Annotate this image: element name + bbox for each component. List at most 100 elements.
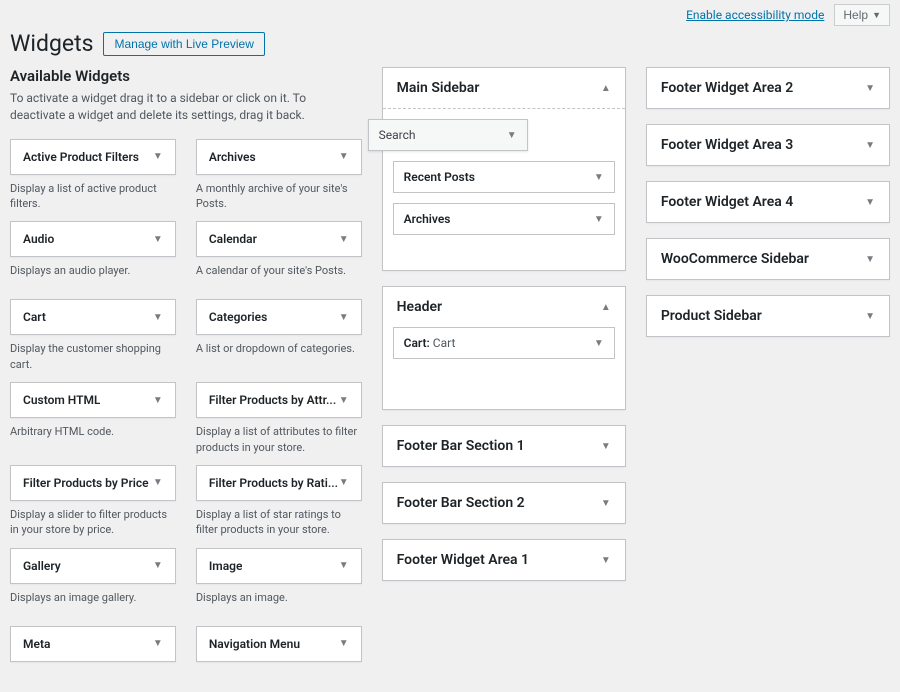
page-title: Widgets xyxy=(10,30,93,57)
chevron-down-icon: ▼ xyxy=(865,254,875,265)
sidebar-woocommerce: WooCommerce Sidebar ▼ xyxy=(646,238,890,280)
chevron-down-icon: ▼ xyxy=(601,555,611,566)
sidebar-title: Footer Widget Area 2 xyxy=(661,80,793,96)
sidebar-product-header[interactable]: Product Sidebar ▼ xyxy=(647,296,889,336)
widget-label: Filter Products by Rati... xyxy=(209,476,338,490)
sidebar-title: WooCommerce Sidebar xyxy=(661,251,809,267)
sidebar-product: Product Sidebar ▼ xyxy=(646,295,890,337)
chevron-down-icon: ▼ xyxy=(153,151,163,162)
widget-desc: Display a slider to filter products in y… xyxy=(10,507,176,538)
widget-filter-products-price[interactable]: Filter Products by Price ▼ xyxy=(10,465,176,501)
chevron-down-icon: ▼ xyxy=(153,638,163,649)
sidebar-woocommerce-header[interactable]: WooCommerce Sidebar ▼ xyxy=(647,239,889,279)
widget-desc: Display a list of active product filters… xyxy=(10,181,176,212)
top-bar: Enable accessibility mode Help ▼ xyxy=(0,0,900,30)
chevron-down-icon: ▼ xyxy=(865,83,875,94)
widget-label: Filter Products by Attr... xyxy=(209,393,336,407)
widget-desc: Displays an audio player. xyxy=(10,263,176,289)
chevron-down-icon: ▼ xyxy=(507,130,517,141)
widget-label: Meta xyxy=(23,637,50,651)
widget-label: Calendar xyxy=(209,232,257,246)
widget-label: Cart: Cart xyxy=(404,336,456,350)
widget-filter-products-rating[interactable]: Filter Products by Rati...▼ xyxy=(196,465,362,501)
widget-desc: Displays an image. xyxy=(196,590,362,616)
sidebar-title: Footer Widget Area 4 xyxy=(661,194,793,210)
widget-navigation-menu[interactable]: Navigation Menu ▼ xyxy=(196,626,362,662)
widget-areas-column-1: Main Sidebar ▲ Search ▼ Recent Posts ▼ A… xyxy=(382,67,626,596)
chevron-down-icon: ▼ xyxy=(153,560,163,571)
chevron-down-icon: ▼ xyxy=(594,172,604,183)
widget-label: Categories xyxy=(209,310,267,324)
widget-desc: A monthly archive of your site's Posts. xyxy=(196,181,362,212)
chevron-down-icon: ▼ xyxy=(339,234,349,245)
chevron-down-icon: ▼ xyxy=(594,214,604,225)
sidebar-main-header[interactable]: Main Sidebar ▲ xyxy=(383,68,625,108)
widget-audio[interactable]: Audio ▼ xyxy=(10,221,176,257)
chevron-down-icon: ▼ xyxy=(865,140,875,151)
widget-calendar[interactable]: Calendar ▼ xyxy=(196,221,362,257)
chevron-down-icon: ▼ xyxy=(153,234,163,245)
chevron-down-icon: ▼ xyxy=(153,312,163,323)
widget-filter-products-attribute[interactable]: Filter Products by Attr...▼ xyxy=(196,382,362,418)
placed-widget-cart[interactable]: Cart: Cart ▼ xyxy=(393,327,615,359)
widget-label: Navigation Menu xyxy=(209,637,300,651)
chevron-up-icon: ▲ xyxy=(601,83,611,94)
widget-active-product-filters[interactable]: Active Product Filters▼ xyxy=(10,139,176,175)
sidebar-title: Product Sidebar xyxy=(661,308,762,324)
widget-cart[interactable]: Cart ▼ xyxy=(10,299,176,335)
widget-meta[interactable]: Meta ▼ xyxy=(10,626,176,662)
available-widgets-heading: Available Widgets xyxy=(10,67,362,85)
chevron-down-icon: ▼ xyxy=(865,197,875,208)
widget-label: Archives xyxy=(404,212,451,226)
sidebar-header-header[interactable]: Header ▲ xyxy=(383,287,625,327)
sidebar-header: Header ▲ Cart: Cart ▼ xyxy=(382,286,626,410)
chevron-down-icon: ▼ xyxy=(872,10,881,20)
sidebar-footer-widget-2-header[interactable]: Footer Widget Area 2 ▼ xyxy=(647,68,889,108)
chevron-down-icon: ▼ xyxy=(601,498,611,509)
widget-categories[interactable]: Categories ▼ xyxy=(196,299,362,335)
widget-label: Audio xyxy=(23,232,54,246)
sidebar-footer-widget-2: Footer Widget Area 2 ▼ xyxy=(646,67,890,109)
live-preview-button[interactable]: Manage with Live Preview xyxy=(103,32,264,56)
widget-label: Filter Products by Price xyxy=(23,476,149,490)
sidebar-footer-widget-4: Footer Widget Area 4 ▼ xyxy=(646,181,890,223)
widget-custom-html[interactable]: Custom HTML▼ xyxy=(10,382,176,418)
widget-label: Recent Posts xyxy=(404,170,475,184)
chevron-down-icon: ▼ xyxy=(339,477,349,488)
widget-desc: Displays an image gallery. xyxy=(10,590,176,616)
sidebar-main: Main Sidebar ▲ Search ▼ Recent Posts ▼ A… xyxy=(382,67,626,271)
sidebar-title: Footer Widget Area 3 xyxy=(661,137,793,153)
chevron-down-icon: ▼ xyxy=(594,338,604,349)
chevron-down-icon: ▼ xyxy=(339,560,349,571)
sidebar-title: Footer Bar Section 1 xyxy=(397,438,525,454)
sidebar-footer-bar-2-header[interactable]: Footer Bar Section 2 ▼ xyxy=(383,483,625,523)
search-widget-dragging[interactable]: Search ▼ xyxy=(368,119,528,151)
sidebar-footer-widget-3-header[interactable]: Footer Widget Area 3 ▼ xyxy=(647,125,889,165)
sidebar-footer-widget-1-header[interactable]: Footer Widget Area 1 ▼ xyxy=(383,540,625,580)
chevron-down-icon: ▼ xyxy=(153,395,163,406)
accessibility-link[interactable]: Enable accessibility mode xyxy=(686,8,824,22)
help-button[interactable]: Help ▼ xyxy=(834,4,890,26)
widget-label: Image xyxy=(209,559,243,573)
placed-widget-archives[interactable]: Archives ▼ xyxy=(393,203,615,235)
available-widgets-hint: To activate a widget drag it to a sideba… xyxy=(10,90,362,124)
widget-archives[interactable]: Archives▼ xyxy=(196,139,362,175)
available-widgets-column: Available Widgets To activate a widget d… xyxy=(10,67,362,662)
sidebar-footer-widget-4-header[interactable]: Footer Widget Area 4 ▼ xyxy=(647,182,889,222)
widget-gallery[interactable]: Gallery ▼ xyxy=(10,548,176,584)
widget-label: Archives xyxy=(209,150,256,164)
page-header: Widgets Manage with Live Preview xyxy=(0,30,900,67)
sidebar-title: Footer Widget Area 1 xyxy=(397,552,529,568)
widget-areas-column-2: Footer Widget Area 2 ▼ Footer Widget Are… xyxy=(646,67,890,352)
widget-label: Gallery xyxy=(23,559,61,573)
search-widget-label: Search xyxy=(379,128,416,142)
chevron-down-icon: ▼ xyxy=(339,312,349,323)
chevron-down-icon: ▼ xyxy=(339,395,349,406)
placed-widget-recent-posts[interactable]: Recent Posts ▼ xyxy=(393,161,615,193)
chevron-down-icon: ▼ xyxy=(339,638,349,649)
sidebar-footer-bar-1-header[interactable]: Footer Bar Section 1 ▼ xyxy=(383,426,625,466)
widget-label: Cart xyxy=(23,310,46,324)
widget-image[interactable]: Image ▼ xyxy=(196,548,362,584)
sidebar-footer-widget-1: Footer Widget Area 1 ▼ xyxy=(382,539,626,581)
chevron-down-icon: ▼ xyxy=(153,477,163,488)
